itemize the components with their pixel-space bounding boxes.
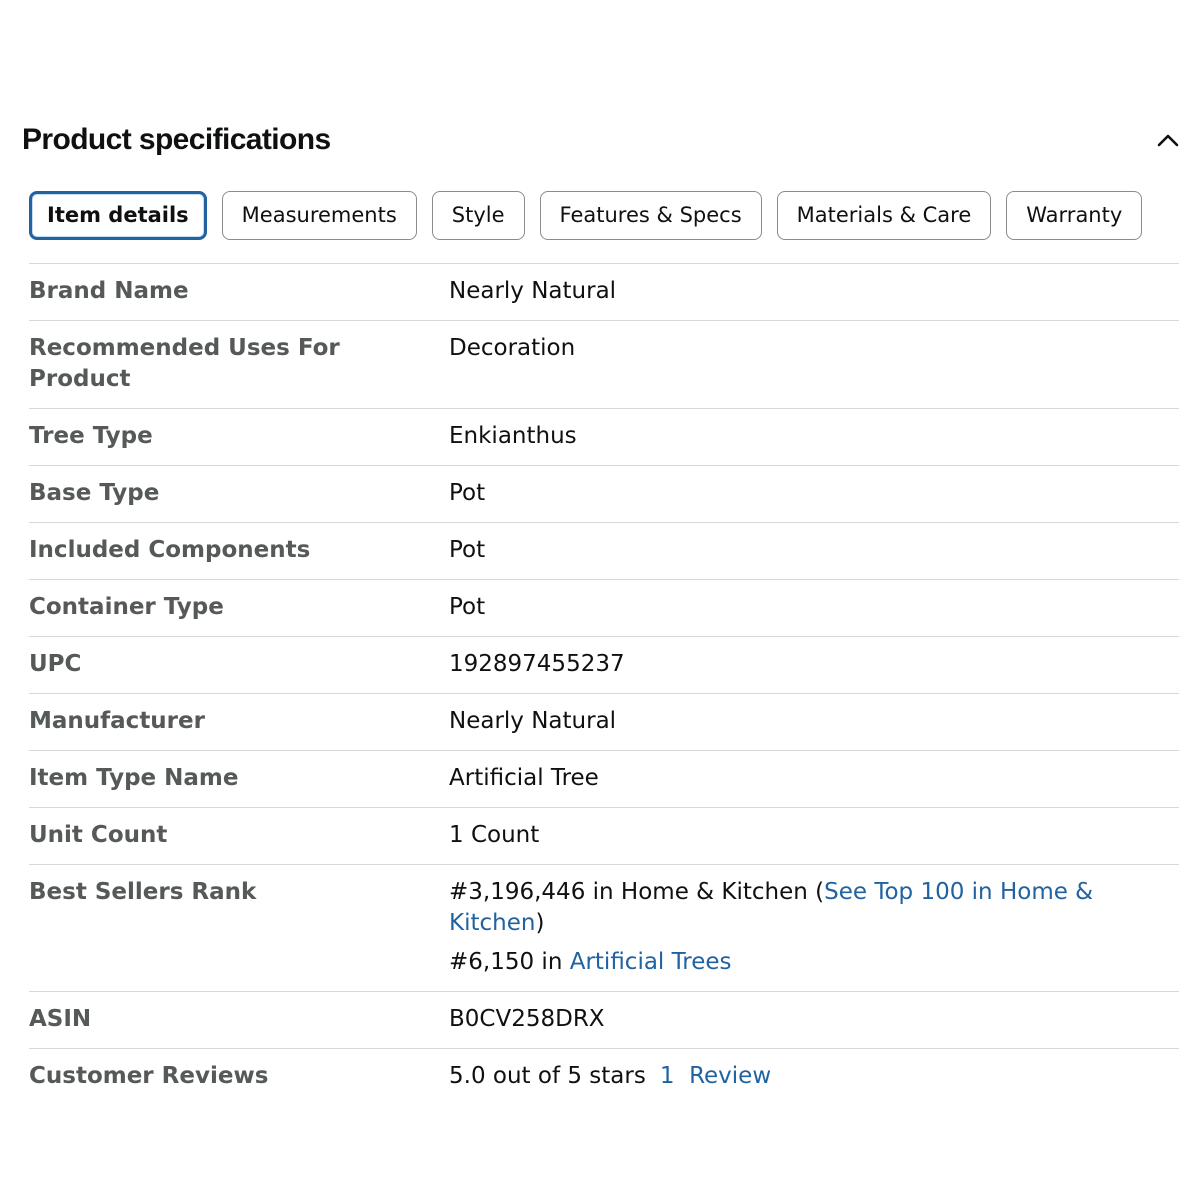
spec-label: UPC: [29, 651, 82, 677]
tab-warranty[interactable]: Warranty: [1006, 191, 1143, 240]
spec-row-recommended-uses: Recommended Uses For Product Decoration: [29, 321, 1179, 409]
spec-value: Decoration: [449, 335, 576, 361]
spec-value: 5.0 out of 5 stars 1 Review: [449, 1061, 1179, 1092]
spec-label: Item Type Name: [29, 765, 239, 791]
rank-line-home-kitchen: #3,196,446 in Home & Kitchen (See Top 10…: [449, 877, 1179, 939]
spec-label: Recommended Uses For Product: [29, 335, 340, 392]
spec-label: Manufacturer: [29, 708, 205, 734]
spec-value: B0CV258DRX: [449, 1006, 605, 1032]
spec-row-unit-count: Unit Count 1 Count: [29, 808, 1179, 865]
spec-label: Brand Name: [29, 278, 189, 304]
spec-row-included-components: Included Components Pot: [29, 523, 1179, 580]
spec-label: Base Type: [29, 480, 160, 506]
spec-value: Nearly Natural: [449, 278, 617, 304]
spec-row-base-type: Base Type Pot: [29, 466, 1179, 523]
spec-row-container-type: Container Type Pot: [29, 580, 1179, 637]
tab-item-details[interactable]: Item details: [29, 191, 207, 240]
rank-text: #3,196,446 in Home & Kitchen (: [449, 879, 825, 905]
spec-label: Included Components: [29, 537, 311, 563]
spec-row-upc: UPC 192897455237: [29, 637, 1179, 694]
rank-text: #6,150 in: [449, 949, 570, 975]
spec-value: Nearly Natural: [449, 708, 617, 734]
spec-label: ASIN: [29, 1006, 92, 1032]
rating-text: 5.0 out of 5 stars: [449, 1063, 646, 1089]
spec-label: Unit Count: [29, 822, 168, 848]
specs-table: Brand Name Nearly Natural Recommended Us…: [29, 263, 1179, 1105]
spec-row-item-type-name: Item Type Name Artificial Tree: [29, 751, 1179, 808]
spec-value: Artificial Tree: [449, 765, 599, 791]
specs-header: Product specifications: [22, 118, 1182, 162]
tab-materials-care[interactable]: Materials & Care: [776, 191, 992, 240]
spec-value: 192897455237: [449, 651, 625, 677]
spec-row-asin: ASIN B0CV258DRX: [29, 992, 1179, 1049]
spec-value: Pot: [449, 480, 486, 506]
spec-value: Pot: [449, 537, 486, 563]
artificial-trees-link[interactable]: Artificial Trees: [570, 949, 732, 975]
spec-value: Enkianthus: [449, 423, 577, 449]
rank-line-artificial-trees: #6,150 in Artificial Trees: [449, 947, 1179, 978]
chevron-up-icon[interactable]: [1154, 126, 1182, 154]
spec-row-tree-type: Tree Type Enkianthus: [29, 409, 1179, 466]
tab-style[interactable]: Style: [431, 191, 525, 240]
spec-tabs: Item details Measurements Style Features…: [29, 191, 1143, 241]
spec-value: Pot: [449, 594, 486, 620]
spec-label: Container Type: [29, 594, 224, 620]
spec-row-customer-reviews: Customer Reviews 5.0 out of 5 stars 1 Rev…: [29, 1049, 1179, 1105]
rank-close-paren: ): [535, 910, 545, 936]
spec-value: 1 Count: [449, 822, 540, 848]
spec-value: #3,196,446 in Home & Kitchen (See Top 10…: [449, 877, 1179, 978]
reviews-link[interactable]: 1 Review: [660, 1063, 771, 1089]
spec-label: Customer Reviews: [29, 1063, 269, 1089]
tab-measurements[interactable]: Measurements: [221, 191, 417, 240]
tab-features-specs[interactable]: Features & Specs: [539, 191, 762, 240]
spec-row-manufacturer: Manufacturer Nearly Natural: [29, 694, 1179, 751]
section-title: Product specifications: [22, 123, 331, 156]
spec-label: Tree Type: [29, 423, 153, 449]
spec-row-best-sellers-rank: Best Sellers Rank #3,196,446 in Home & K…: [29, 865, 1179, 992]
spec-label: Best Sellers Rank: [29, 879, 257, 905]
spec-row-brand-name: Brand Name Nearly Natural: [29, 264, 1179, 321]
